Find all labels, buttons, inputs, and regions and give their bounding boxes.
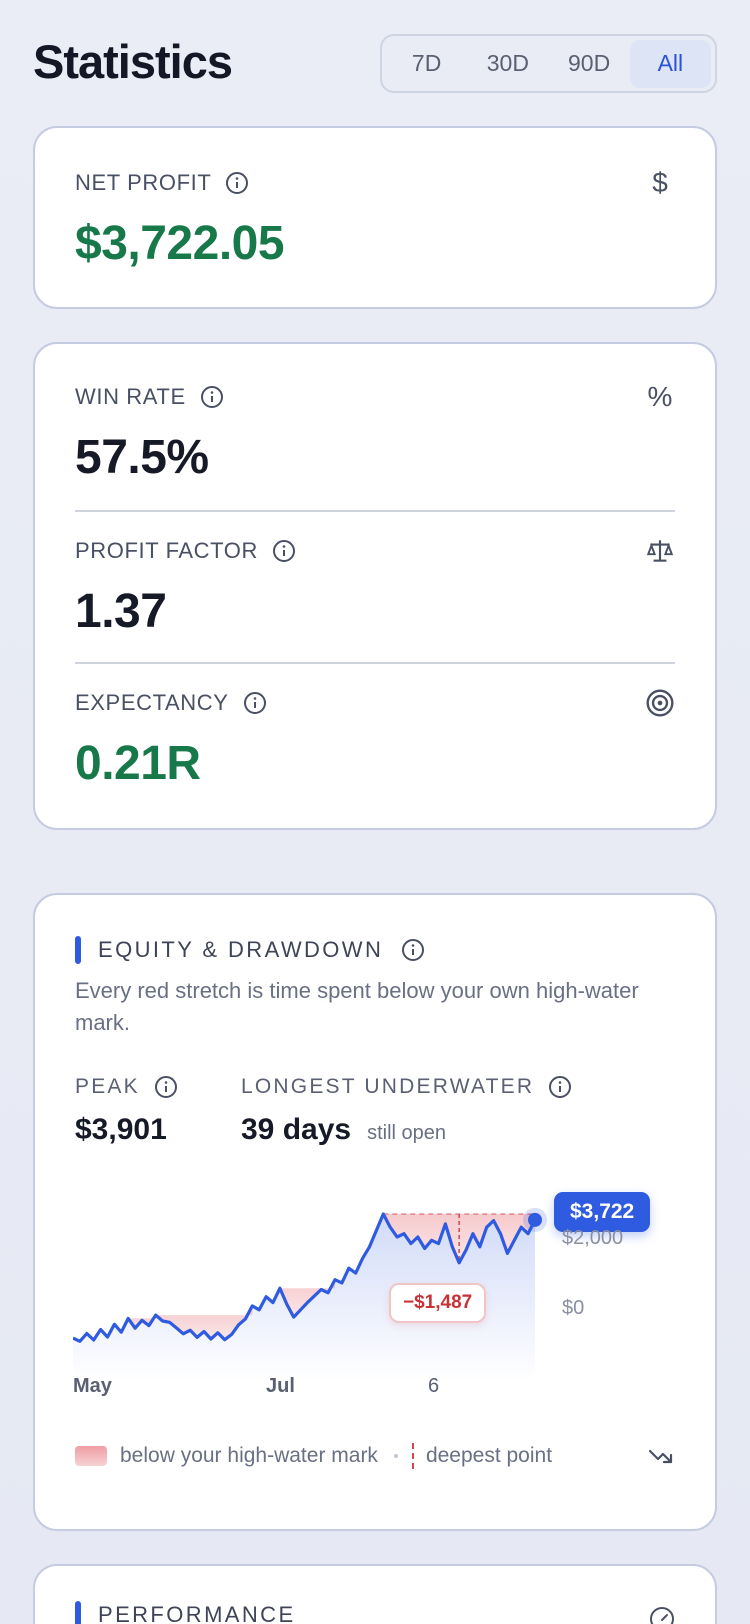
target-icon [646, 689, 674, 717]
expectancy-label: EXPECTANCY [75, 690, 229, 715]
range-90d-button[interactable]: 90D [549, 40, 630, 88]
accent-bar [75, 1601, 81, 1624]
header: Statistics 7D 30D 90D All [33, 32, 717, 96]
chart-legend: below your high-water mark deepest point [75, 1439, 675, 1473]
page-title: Statistics [33, 35, 233, 88]
dollar-icon: $ [652, 167, 668, 198]
chart-markers [523, 1207, 547, 1232]
deepest-point-swatch [411, 1443, 414, 1469]
current-point-marker[interactable] [528, 1212, 542, 1227]
win-rate-label-row: WIN RATE % [75, 381, 675, 412]
equity-section-title: EQUITY & DRAWDOWN [98, 937, 384, 962]
performance-section-title: PERFORMANCE [98, 1602, 296, 1624]
legend-below-label: below your high-water mark [120, 1444, 378, 1467]
range-30d-button[interactable]: 30D [467, 40, 548, 88]
divider [75, 662, 675, 664]
info-icon[interactable] [200, 385, 224, 409]
underwater-label-row: LONGEST UNDERWATER [241, 1075, 572, 1099]
accent-bar [75, 936, 81, 964]
info-icon[interactable] [401, 938, 425, 962]
info-icon[interactable] [548, 1075, 572, 1099]
divider [75, 510, 675, 512]
net-profit-label-row: NET PROFIT $ [75, 167, 675, 198]
range-all-button[interactable]: All [629, 39, 711, 88]
expectancy-label-row: EXPECTANCY [75, 688, 675, 718]
profit-factor-value: 1.37 [75, 585, 167, 638]
scale-icon [646, 540, 674, 562]
net-profit-value: $3,722.05 [75, 217, 285, 270]
y-tick-label: $0 [562, 1297, 585, 1319]
ratios-card: WIN RATE % 57.5% PROFIT FACTOR 1.37 EXPE… [33, 342, 717, 830]
net-profit-label: NET PROFIT [75, 170, 212, 195]
net-profit-card: NET PROFIT $ $3,722.05 [33, 126, 717, 309]
percent-icon: % [647, 381, 673, 412]
x-tick-label: Jul [266, 1375, 295, 1397]
peak-label: PEAK [75, 1075, 140, 1098]
legend-separator [393, 1454, 398, 1458]
underwater-value: 39 days [241, 1113, 352, 1146]
x-tick-label: 6 [428, 1375, 440, 1397]
x-tick-label: May [73, 1375, 112, 1397]
equity-section-header: EQUITY & DRAWDOWN [75, 935, 425, 965]
underwater-note: still open [367, 1122, 447, 1144]
underwater-label: LONGEST UNDERWATER [241, 1075, 535, 1098]
win-rate-value: 57.5% [75, 431, 209, 484]
peak-value: $3,901 [75, 1113, 167, 1146]
info-icon[interactable] [154, 1075, 178, 1099]
info-icon[interactable] [243, 691, 267, 715]
current-equity-pill: $3,722 [554, 1192, 651, 1232]
range-7d-button[interactable]: 7D [386, 40, 467, 88]
gauge-icon[interactable] [649, 1606, 675, 1624]
range-selector: 7D 30D 90D All [380, 34, 717, 93]
info-icon[interactable] [225, 171, 249, 195]
equity-drawdown-card: EQUITY & DRAWDOWN Every red stretch is t… [33, 893, 717, 1531]
y-tick-label: $2,000 [562, 1227, 624, 1249]
peak-label-row: PEAK [75, 1075, 178, 1099]
info-icon[interactable] [272, 539, 296, 563]
drawdown-swatch [75, 1446, 107, 1466]
trending-down-icon[interactable] [647, 1442, 675, 1470]
win-rate-label: WIN RATE [75, 384, 186, 409]
drawdown-pill: −$1,487 [389, 1283, 487, 1323]
profit-factor-label-row: PROFIT FACTOR [75, 536, 675, 566]
performance-card: PERFORMANCE [33, 1564, 717, 1624]
underwater-value-row: 39 days still open [241, 1113, 446, 1147]
legend-deepest-label: deepest point [425, 1444, 553, 1467]
equity-description: Every red stretch is time spent below yo… [75, 978, 639, 1035]
profit-factor-label: PROFIT FACTOR [75, 538, 259, 563]
expectancy-value: 0.21R [75, 737, 201, 790]
performance-section-header: PERFORMANCE [75, 1600, 296, 1624]
